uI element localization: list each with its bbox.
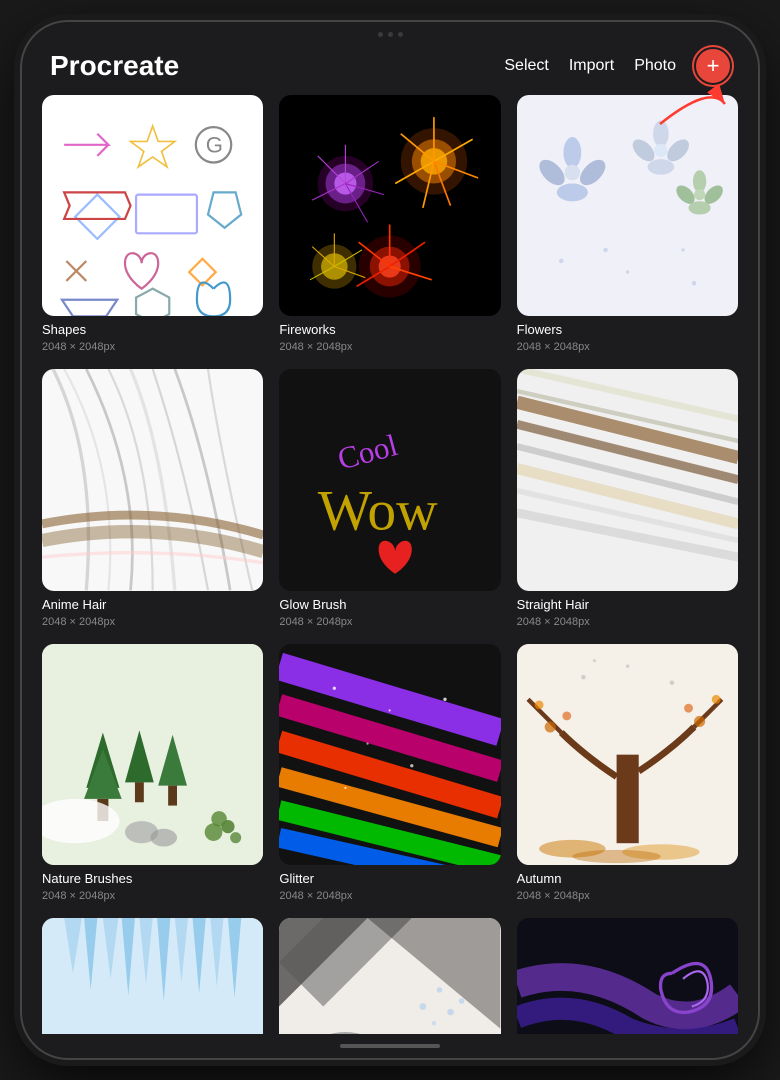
bottom-bar (22, 1034, 758, 1058)
list-item[interactable]: Brick & Animal Print 2048 × 2048px (279, 918, 500, 1034)
thumbnail-anime-hair (42, 369, 263, 590)
list-item[interactable]: Nature Brushes 2048 × 2048px (42, 644, 263, 902)
device-frame: Procreate Select Import Photo + (20, 20, 760, 1060)
app-title: Procreate (50, 50, 179, 82)
item-size: 2048 × 2048px (517, 616, 738, 628)
thumbnail-winter-set (42, 918, 263, 1034)
item-title: Anime Hair (42, 597, 263, 612)
camera-notch (22, 22, 758, 37)
item-size: 2048 × 2048px (517, 341, 738, 353)
svg-text:Cool: Cool (334, 427, 401, 476)
item-size: 2048 × 2048px (42, 890, 263, 902)
thumbnail-nature-brushes (42, 644, 263, 865)
thumbnail-shapes: G (42, 95, 263, 316)
list-item[interactable]: Glitter 2048 × 2048px (279, 644, 500, 902)
header: Procreate Select Import Photo + (22, 37, 758, 95)
item-title: Fireworks (279, 322, 500, 337)
import-button[interactable]: Import (569, 57, 614, 75)
thumbnail-glow-brush: Cool Wow (279, 369, 500, 590)
item-title: Nature Brushes (42, 871, 263, 886)
header-actions: Select Import Photo + (504, 49, 730, 83)
item-title: Flowers (517, 322, 738, 337)
item-title: Glitter (279, 871, 500, 886)
item-title: Autumn (517, 871, 738, 886)
photo-button[interactable]: Photo (634, 57, 676, 75)
thumbnail-straight-hair (517, 369, 738, 590)
item-title: Glow Brush (279, 597, 500, 612)
item-size: 2048 × 2048px (517, 890, 738, 902)
list-item[interactable]: Flowers 2048 × 2048px (517, 95, 738, 353)
item-size: 2048 × 2048px (42, 341, 263, 353)
home-indicator (340, 1044, 440, 1048)
item-size: 2048 × 2048px (279, 341, 500, 353)
plus-icon: + (707, 55, 720, 77)
list-item[interactable]: Winter Set 2048 × 2048px (42, 918, 263, 1034)
thumbnail-brick-animal-print (279, 918, 500, 1034)
svg-text:Wow: Wow (318, 480, 438, 543)
svg-text:G: G (206, 133, 223, 158)
item-size: 2048 × 2048px (42, 616, 263, 628)
list-item[interactable]: Straight Hair 2048 × 2048px (517, 369, 738, 627)
add-button[interactable]: + (696, 49, 730, 83)
thumbnail-fireworks (279, 95, 500, 316)
list-item[interactable]: Watercolor 2048 × 2048px (517, 918, 738, 1034)
list-item[interactable]: Autumn 2048 × 2048px (517, 644, 738, 902)
item-title: Shapes (42, 322, 263, 337)
list-item[interactable]: Anime Hair 2048 × 2048px (42, 369, 263, 627)
item-size: 2048 × 2048px (279, 616, 500, 628)
artwork-grid: G (42, 95, 738, 1034)
thumbnail-watercolor (517, 918, 738, 1034)
item-title: Straight Hair (517, 597, 738, 612)
select-button[interactable]: Select (504, 57, 548, 75)
item-size: 2048 × 2048px (279, 890, 500, 902)
device-screen: Procreate Select Import Photo + (22, 22, 758, 1058)
thumbnail-autumn (517, 644, 738, 865)
thumbnail-glitter (279, 644, 500, 865)
list-item[interactable]: Fireworks 2048 × 2048px (279, 95, 500, 353)
list-item[interactable]: G (42, 95, 263, 353)
thumbnail-flowers (517, 95, 738, 316)
grid-container[interactable]: G (22, 95, 758, 1034)
list-item[interactable]: Cool Wow Glow Brush 2048 × 2048px (279, 369, 500, 627)
